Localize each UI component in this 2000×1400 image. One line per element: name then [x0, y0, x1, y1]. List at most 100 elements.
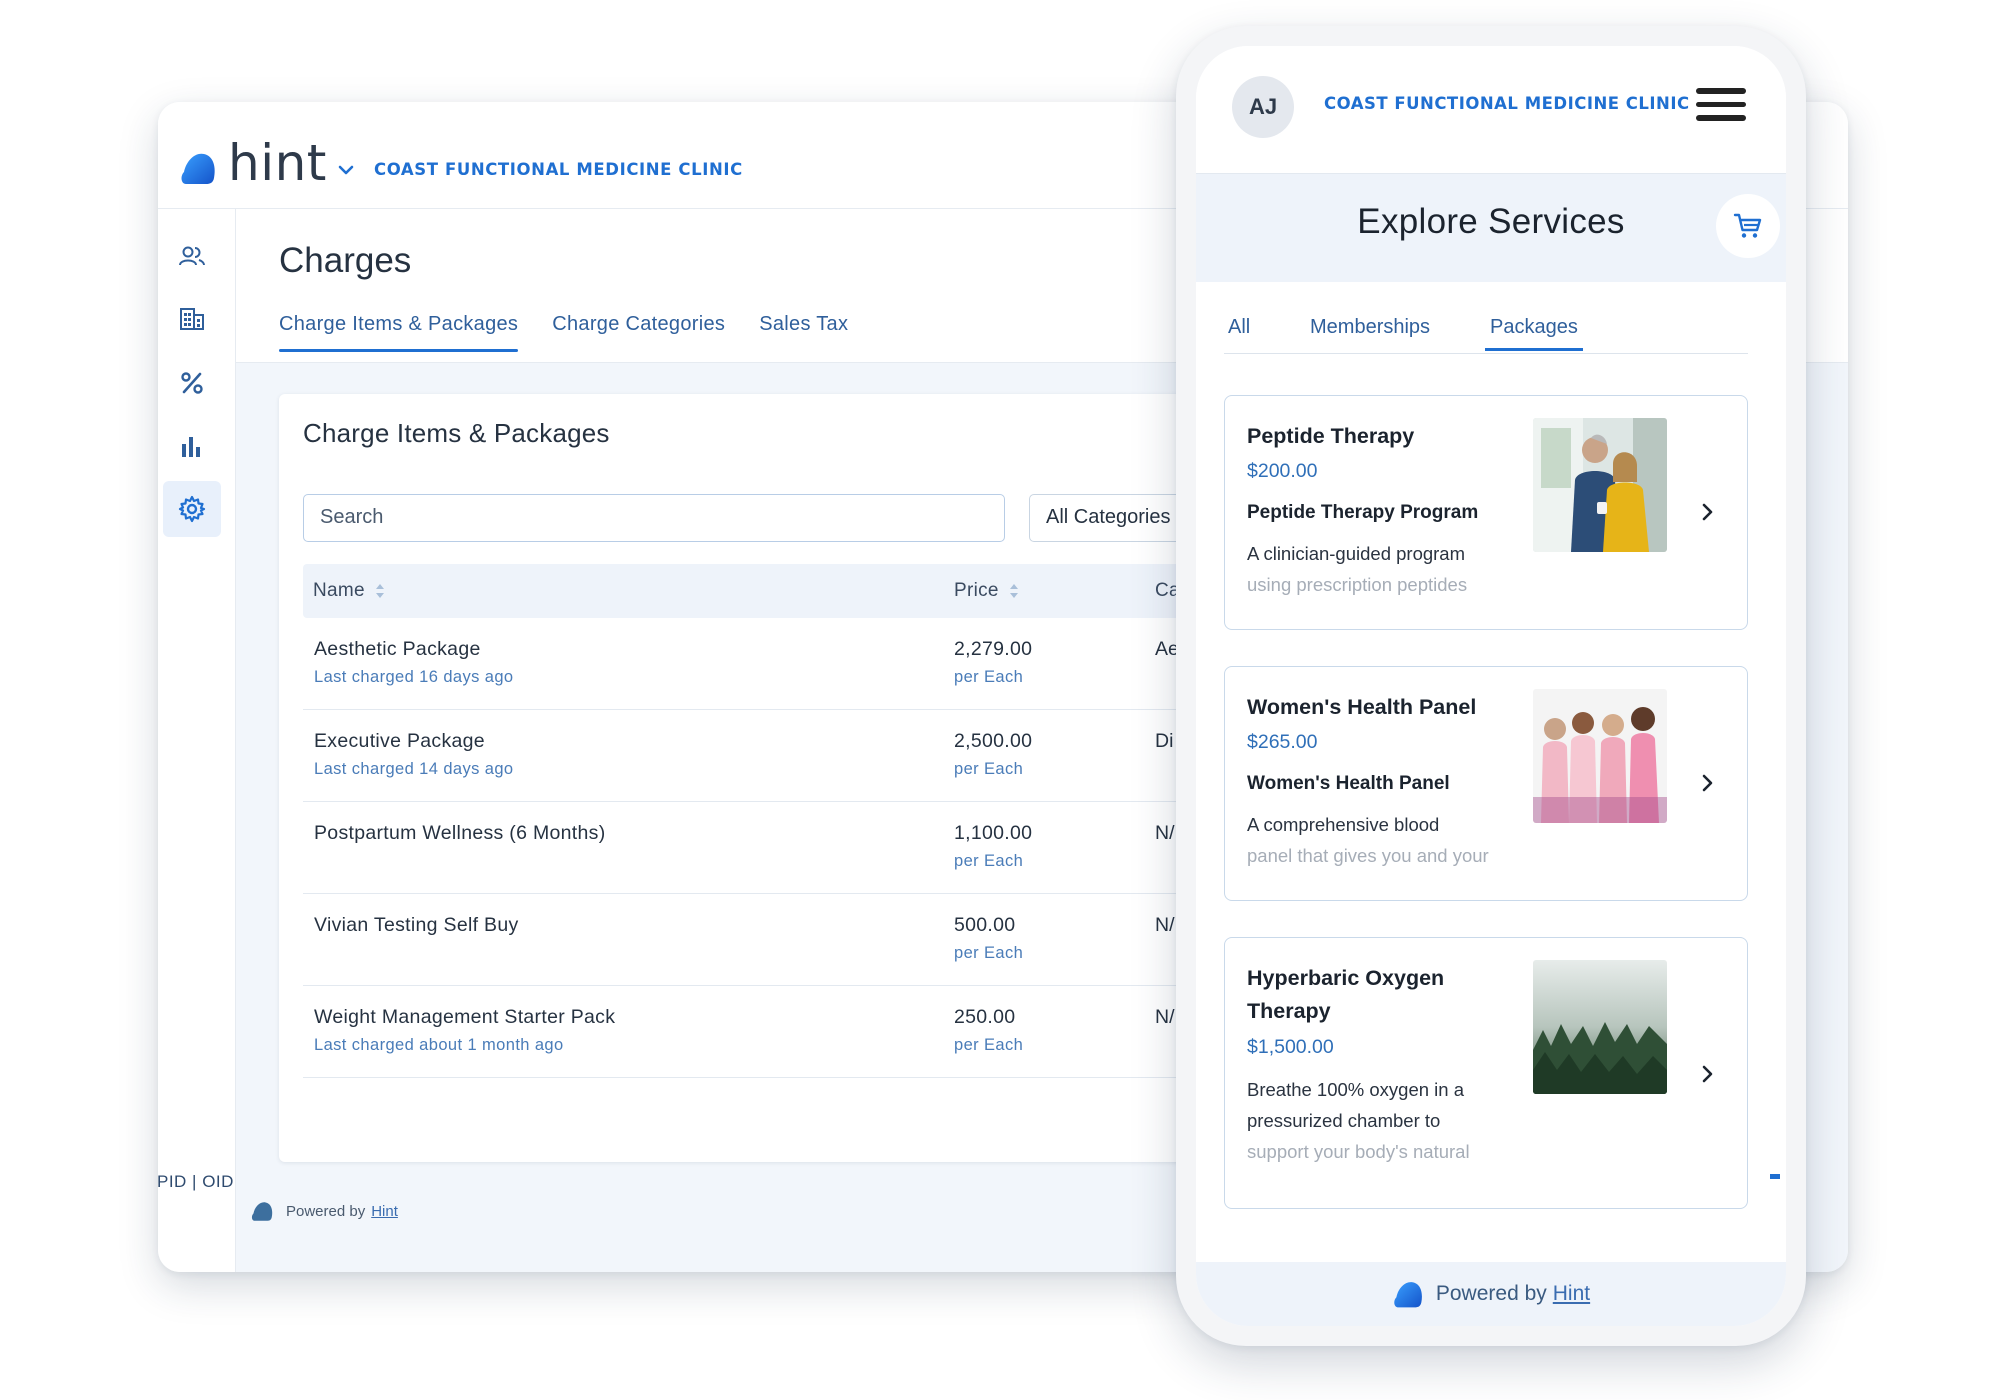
chevron-right-icon — [1702, 1065, 1713, 1083]
clinic-name: COAST FUNCTIONAL MEDICINE CLINIC — [1324, 94, 1690, 113]
service-image — [1533, 418, 1667, 552]
menu-icon[interactable] — [1696, 88, 1748, 126]
hint-link[interactable]: Hint — [1553, 1282, 1590, 1306]
card-title: Charge Items & Packages — [303, 418, 610, 448]
row-last-charged: Last charged 16 days ago — [314, 668, 514, 686]
row-last-charged: Last charged 14 days ago — [314, 760, 514, 778]
sidebar-item-companies[interactable] — [163, 291, 221, 347]
service-description-fade: using prescription peptides — [1247, 574, 1468, 595]
chevron-right-icon — [1702, 774, 1713, 792]
service-description-line: A comprehensive blood — [1247, 814, 1440, 835]
hint-logo-icon — [181, 153, 215, 184]
service-name: Hyperbaric Oxygen Therapy — [1247, 966, 1445, 1023]
service-card-peptide-therapy[interactable]: Peptide Therapy $200.00 Peptide Therapy … — [1224, 395, 1748, 630]
row-price: 250.00 — [954, 1006, 1016, 1028]
column-header-name[interactable]: Name — [313, 580, 385, 602]
service-image — [1533, 960, 1667, 1094]
charges-tabs: Charge Items & Packages Charge Categorie… — [279, 313, 848, 352]
phone-header: AJ COAST FUNCTIONAL MEDICINE CLINIC — [1196, 46, 1786, 174]
row-unit: per Each — [954, 668, 1024, 686]
scroll-indicator — [1770, 1174, 1780, 1179]
row-price: 2,500.00 — [954, 730, 1033, 752]
column-header-label: Price — [954, 580, 999, 601]
sidebar: PID | OID — [158, 209, 236, 1272]
hint-logo-icon — [251, 1202, 273, 1221]
row-category: N/ — [1155, 822, 1175, 844]
service-description: A comprehensive blood panel that gives y… — [1247, 809, 1517, 871]
pid-oid-label: PID | OID — [158, 1172, 234, 1191]
tab-charge-categories[interactable]: Charge Categories — [552, 313, 725, 352]
powered-by-footer: Powered by Hint — [1196, 1262, 1786, 1326]
service-card-womens-health-panel[interactable]: Women's Health Panel $265.00 Women's Hea… — [1224, 666, 1748, 901]
clinic-switcher[interactable]: COAST FUNCTIONAL MEDICINE CLINIC — [374, 160, 743, 179]
couple-photo — [1533, 418, 1667, 552]
service-description: A clinician-guided program using prescri… — [1247, 538, 1517, 600]
powered-by-label: Powered by — [1435, 1282, 1547, 1305]
phone-screen: AJ COAST FUNCTIONAL MEDICINE CLINIC Expl… — [1196, 46, 1786, 1326]
row-unit: per Each — [954, 1036, 1024, 1054]
sidebar-item-settings[interactable] — [163, 481, 221, 537]
forest-photo — [1533, 960, 1667, 1094]
tab-all[interactable]: All — [1228, 316, 1250, 351]
service-description-fade: support your body's natural — [1247, 1141, 1470, 1162]
service-price: $1,500.00 — [1247, 1036, 1334, 1058]
row-unit: per Each — [954, 944, 1024, 962]
bar-chart-icon — [182, 437, 200, 457]
cart-button[interactable] — [1716, 194, 1780, 258]
service-card-hyperbaric-oxygen-therapy[interactable]: Hyperbaric Oxygen Therapy $1,500.00 Brea… — [1224, 937, 1748, 1209]
row-name: Postpartum Wellness (6 Months) — [314, 822, 606, 844]
tab-packages[interactable]: Packages — [1485, 316, 1583, 351]
row-unit: per Each — [954, 760, 1024, 778]
row-price: 2,279.00 — [954, 638, 1033, 660]
chevron-down-icon[interactable] — [334, 158, 358, 182]
powered-by-label: Powered by — [286, 1202, 366, 1220]
sort-icon — [1009, 584, 1018, 598]
percent-icon — [181, 372, 203, 394]
row-name: Aesthetic Package — [314, 638, 481, 660]
avatar[interactable]: AJ — [1232, 76, 1294, 138]
service-price: $265.00 — [1247, 731, 1318, 753]
service-description-line: A clinician-guided program — [1247, 543, 1466, 564]
hint-logo-icon — [1394, 1282, 1422, 1308]
row-name: Weight Management Starter Pack — [314, 1006, 616, 1028]
row-name: Executive Package — [314, 730, 485, 752]
page-title: Charges — [279, 241, 412, 280]
chevron-right-icon — [1702, 503, 1713, 521]
row-price: 500.00 — [954, 914, 1016, 936]
service-description: Breathe 100% oxygen in a pressurized cha… — [1247, 1074, 1517, 1170]
service-price: $200.00 — [1247, 460, 1318, 482]
phone-frame: AJ COAST FUNCTIONAL MEDICINE CLINIC Expl… — [1176, 26, 1806, 1346]
row-last-charged: Last charged about 1 month ago — [314, 1036, 564, 1054]
service-program: Peptide Therapy Program — [1247, 502, 1479, 523]
service-name: Women's Health Panel — [1247, 695, 1477, 719]
row-category: N/ — [1155, 1006, 1175, 1028]
tab-charge-items-packages[interactable]: Charge Items & Packages — [279, 313, 519, 352]
tab-memberships[interactable]: Memberships — [1310, 316, 1430, 351]
row-category: N/ — [1155, 914, 1175, 936]
title-band: Explore Services — [1196, 174, 1786, 282]
service-tabs: All Memberships Packages — [1224, 308, 1748, 354]
service-name: Peptide Therapy — [1247, 424, 1415, 448]
search-input[interactable]: Search — [303, 494, 1005, 542]
women-group-photo — [1533, 689, 1667, 823]
column-header-label: Name — [313, 580, 365, 601]
service-image — [1533, 689, 1667, 823]
people-icon — [179, 246, 205, 266]
service-description-line: Breathe 100% oxygen in a pressurized cha… — [1247, 1079, 1465, 1131]
row-price: 1,100.00 — [954, 822, 1033, 844]
sidebar-item-discounts[interactable] — [163, 355, 221, 411]
sidebar-item-reports[interactable] — [163, 419, 221, 475]
row-unit: per Each — [954, 852, 1024, 870]
column-header-price[interactable]: Price — [954, 580, 1019, 602]
hint-link[interactable]: Hint — [371, 1203, 398, 1220]
sidebar-item-members[interactable] — [163, 229, 221, 285]
cart-icon — [1733, 213, 1762, 238]
page-title: Explore Services — [1357, 202, 1625, 241]
building-icon — [180, 308, 204, 330]
row-name: Vivian Testing Self Buy — [314, 914, 519, 936]
sort-icon — [375, 584, 384, 598]
tab-sales-tax[interactable]: Sales Tax — [759, 313, 848, 352]
hint-logo-text: hint — [228, 134, 327, 192]
service-program: Women's Health Panel — [1247, 773, 1450, 794]
service-description-fade: panel that gives you and your — [1247, 845, 1489, 866]
